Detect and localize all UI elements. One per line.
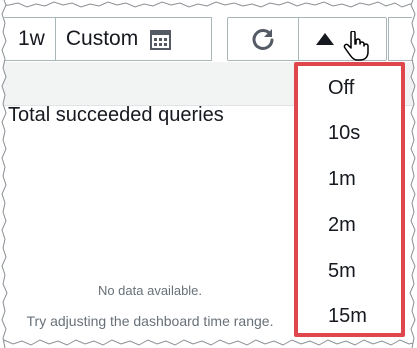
- torn-edge-frame: [0, 0, 417, 348]
- dashboard-canvas: 1w Custom Total succeeded queries No dat…: [0, 0, 417, 348]
